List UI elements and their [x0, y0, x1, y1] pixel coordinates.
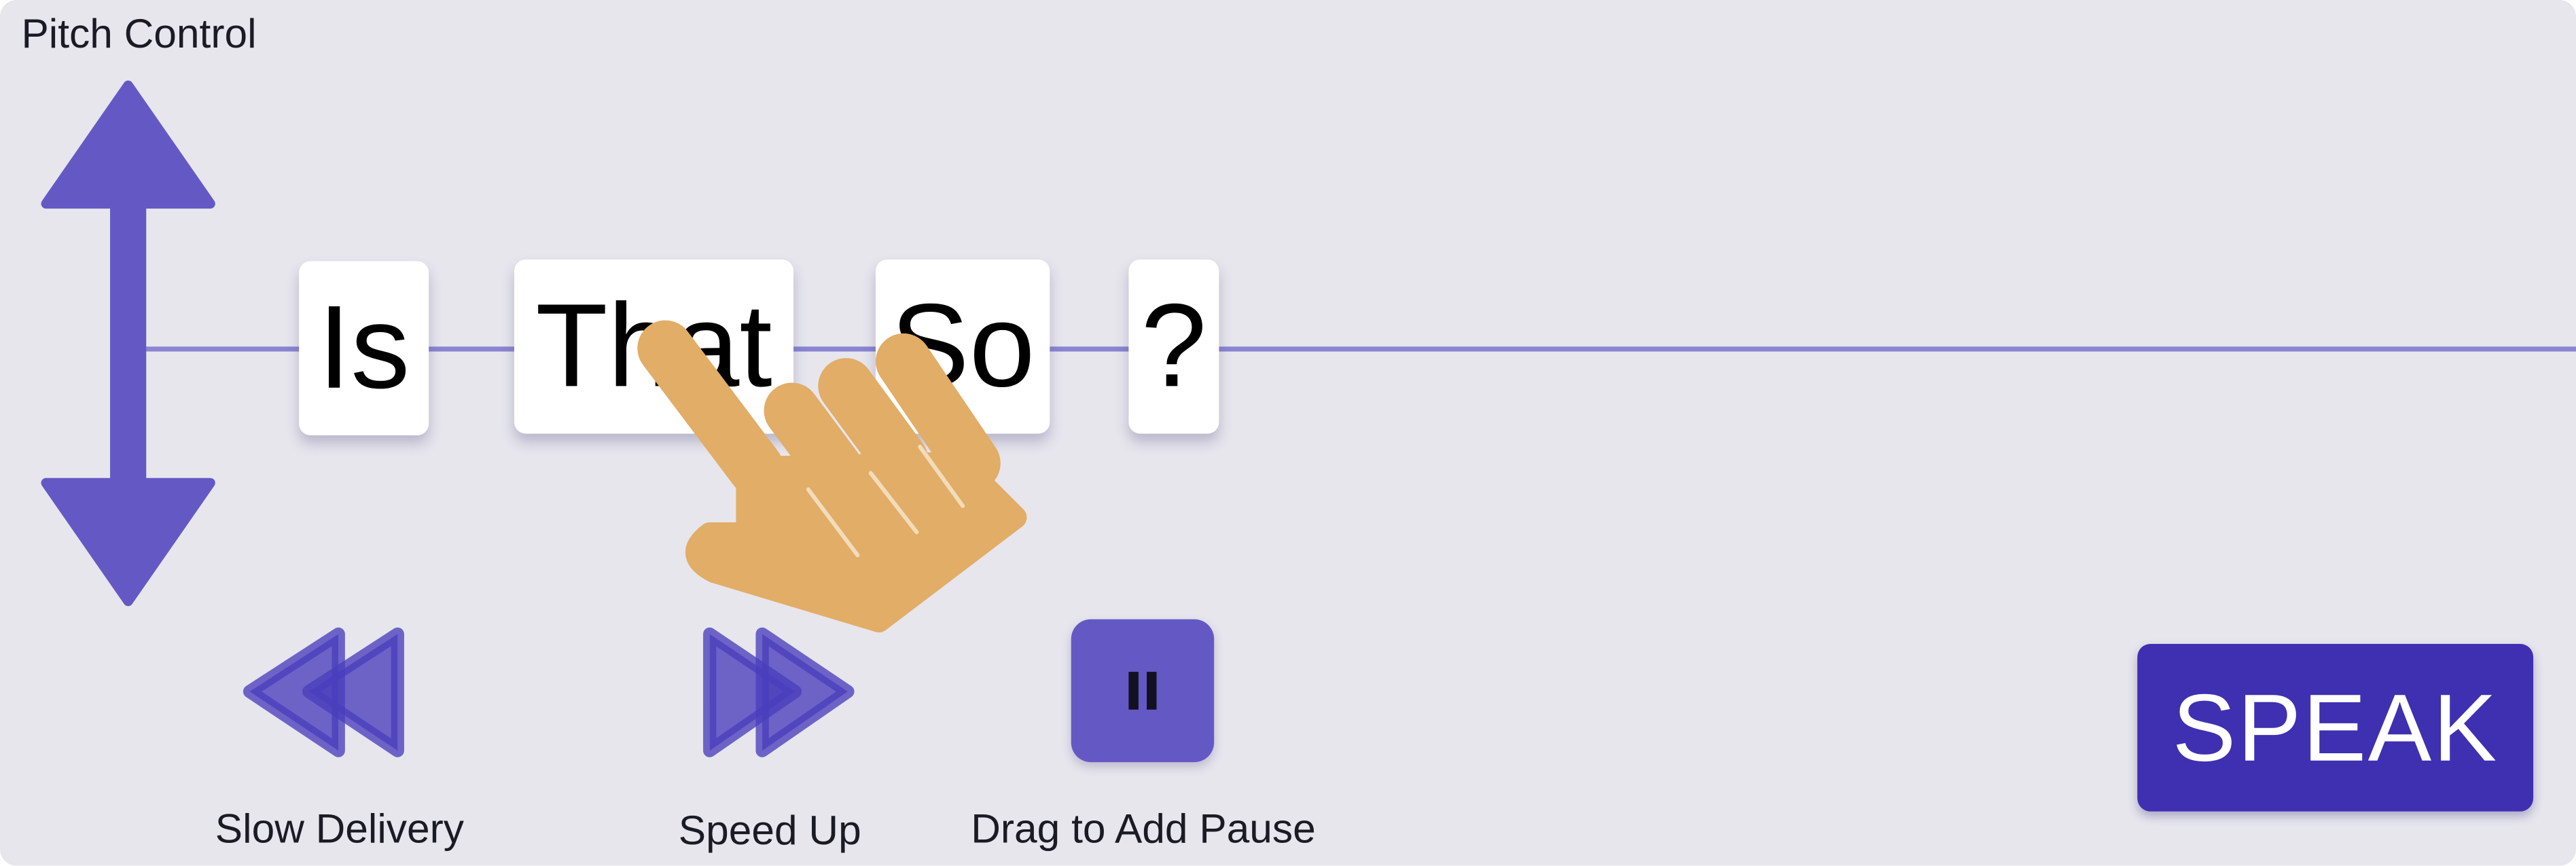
pause-button[interactable] [1071, 619, 1215, 763]
up-down-arrow-icon[interactable] [33, 79, 223, 611]
word-card-is[interactable]: Is [299, 261, 429, 435]
speak-button[interactable]: SPEAK [2137, 643, 2534, 812]
slow-delivery-label: Slow Delivery [215, 806, 465, 853]
word-card-that[interactable]: That [514, 259, 794, 434]
panel-title: Pitch Control [21, 11, 257, 58]
rewind-icon[interactable] [240, 621, 411, 765]
word-card-question[interactable]: ? [1128, 259, 1219, 434]
word-card-so[interactable]: So [875, 259, 1050, 434]
fast-forward-icon[interactable] [696, 621, 861, 765]
speed-up-label: Speed Up [678, 808, 861, 854]
pitch-control-panel: Pitch Control Is That So ? Slow Delivery… [0, 0, 2576, 866]
add-pause-label: Drag to Add Pause [971, 806, 1316, 853]
pitch-line [115, 346, 2576, 352]
